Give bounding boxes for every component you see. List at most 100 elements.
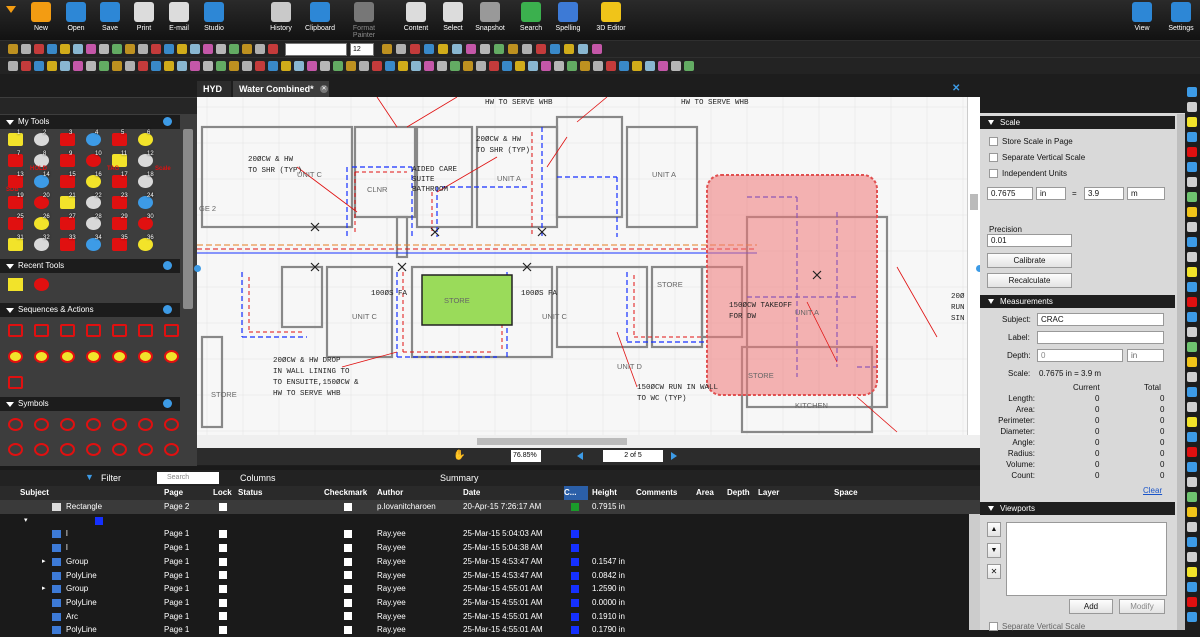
ribbon-settings-button[interactable]: Settings: [1160, 2, 1200, 32]
toolbar-tool-icon[interactable]: [8, 44, 18, 54]
side-tool-icon[interactable]: [1187, 312, 1197, 322]
toolbar-tool-icon[interactable]: [216, 44, 226, 54]
sequence-item[interactable]: [60, 350, 75, 363]
app-menu-icon[interactable]: [6, 6, 16, 13]
recent-tool-cloud[interactable]: [34, 278, 49, 291]
sequence-item[interactable]: [164, 324, 179, 337]
side-tool-icon[interactable]: [1187, 417, 1197, 427]
toolbar-tool-icon[interactable]: [619, 61, 629, 71]
toolbar-tool-icon[interactable]: [99, 44, 109, 54]
toolbar-tool-icon[interactable]: [450, 61, 460, 71]
markup-row[interactable]: PolyLine Page 1 Ray.yee 25-Mar-15 4:55:01 A…: [0, 596, 980, 610]
column-header-date[interactable]: Date: [463, 486, 561, 500]
column-header-area[interactable]: Area: [696, 486, 724, 500]
toolbar-tool-icon[interactable]: [203, 61, 213, 71]
scale-header[interactable]: Scale: [980, 116, 1175, 129]
toolbar-tool-icon[interactable]: [480, 44, 490, 54]
symbol-item[interactable]: [86, 443, 101, 456]
move-up-icon[interactable]: ▲: [987, 522, 1001, 537]
side-tool-icon[interactable]: [1187, 192, 1197, 202]
side-tool-icon[interactable]: [1187, 222, 1197, 232]
tool-item-26[interactable]: 26: [34, 214, 50, 230]
toolbar-tool-icon[interactable]: [476, 61, 486, 71]
toolbar-tool-icon[interactable]: [564, 44, 574, 54]
ribbon-search-button[interactable]: Search: [510, 2, 552, 32]
toolbar-tool-icon[interactable]: [307, 61, 317, 71]
hscroll-thumb[interactable]: [477, 438, 627, 445]
column-header-c[interactable]: C...: [564, 486, 588, 500]
toolbar-tool-icon[interactable]: [21, 44, 31, 54]
checkmark-checkbox[interactable]: [344, 610, 354, 624]
ribbon-format-painter-button[interactable]: Format Painter: [343, 2, 385, 39]
toolbar-tool-icon[interactable]: [164, 61, 174, 71]
tool-item-16[interactable]: 16: [86, 172, 102, 188]
ribbon-3d-editor-button[interactable]: 3D Editor: [590, 2, 632, 32]
filter-label[interactable]: Filter: [101, 473, 121, 483]
ribbon-view-button[interactable]: View: [1121, 2, 1163, 32]
toolbar-tool-icon[interactable]: [255, 61, 265, 71]
side-tool-icon[interactable]: [1187, 492, 1197, 502]
collapse-icon[interactable]: ▾: [24, 514, 28, 528]
tool-item-33[interactable]: 33: [60, 235, 76, 251]
column-header-page[interactable]: Page: [164, 486, 209, 500]
sequence-item[interactable]: [138, 324, 153, 337]
toolbar-tool-icon[interactable]: [411, 61, 421, 71]
tool-item-30[interactable]: 30: [138, 214, 154, 230]
gear-icon[interactable]: [163, 399, 172, 408]
toolbar-tool-icon[interactable]: [494, 44, 504, 54]
lock-checkbox[interactable]: [219, 582, 229, 596]
drawing-canvas[interactable]: HW TO SERVE WHB HW TO SERVE WHB 20ØCW & HW…: [197, 97, 967, 435]
expand-icon[interactable]: ▸: [42, 555, 46, 569]
side-tool-icon[interactable]: [1187, 267, 1197, 277]
panel-scrollbar[interactable]: [1177, 114, 1185, 630]
toolbar-tool-icon[interactable]: [47, 44, 57, 54]
toolbar-tool-icon[interactable]: [151, 61, 161, 71]
gear-icon[interactable]: [163, 117, 172, 126]
lock-checkbox[interactable]: [219, 569, 229, 583]
checkmark-checkbox[interactable]: [344, 623, 354, 637]
side-tool-icon[interactable]: [1187, 237, 1197, 247]
toolbar-tool-icon[interactable]: [73, 61, 83, 71]
tool-item-22[interactable]: 22: [86, 193, 102, 209]
toolbar-tool-icon[interactable]: [592, 44, 602, 54]
side-tool-icon[interactable]: [1187, 372, 1197, 382]
tool-item-19[interactable]: 19: [8, 193, 24, 209]
toolbar-tool-icon[interactable]: [502, 61, 512, 71]
sequence-item[interactable]: [8, 376, 23, 389]
markup-row[interactable]: PolyLine Page 1 Ray.yee 25-Mar-15 4:53:47 A…: [0, 569, 980, 583]
toolbar-tool-icon[interactable]: [684, 61, 694, 71]
column-header-height[interactable]: Height: [592, 486, 634, 500]
toolbar-tool-icon[interactable]: [424, 44, 434, 54]
toolbar-tool-icon[interactable]: [398, 61, 408, 71]
previous-page-icon[interactable]: [577, 452, 583, 460]
tool-item-32[interactable]: 32: [34, 235, 50, 251]
toolbar-tool-icon[interactable]: [47, 61, 57, 71]
tool-item-23[interactable]: 23: [112, 193, 128, 209]
ribbon-studio-button[interactable]: Studio: [193, 2, 235, 32]
symbol-item[interactable]: [112, 418, 127, 431]
clear-link[interactable]: Clear: [1143, 486, 1162, 495]
toolbar-tool-icon[interactable]: [515, 61, 525, 71]
summary-button[interactable]: Summary: [440, 473, 479, 483]
symbol-item[interactable]: [8, 418, 23, 431]
side-tool-icon[interactable]: [1187, 87, 1197, 97]
symbol-item[interactable]: [138, 418, 153, 431]
toolbar-tool-icon[interactable]: [190, 44, 200, 54]
toolbar-tool-icon[interactable]: [164, 44, 174, 54]
tool-item-15[interactable]: 15: [60, 172, 76, 188]
scale-page-unit[interactable]: in: [1036, 187, 1066, 200]
recalculate-button[interactable]: Recalculate: [987, 273, 1072, 288]
toolbar-tool-icon[interactable]: [437, 61, 447, 71]
zoom-field[interactable]: 76.85%: [511, 450, 541, 462]
symbol-item[interactable]: [34, 418, 49, 431]
lock-checkbox[interactable]: [219, 500, 229, 514]
side-tool-icon[interactable]: [1187, 552, 1197, 562]
toolbar-tool-icon[interactable]: [536, 44, 546, 54]
checkmark-checkbox[interactable]: [344, 569, 354, 583]
toolbar-tool-icon[interactable]: [372, 61, 382, 71]
lock-checkbox[interactable]: [219, 623, 229, 637]
symbol-item[interactable]: [164, 418, 179, 431]
tool-item-12[interactable]: 12: [138, 151, 154, 167]
toolbar-tool-icon[interactable]: [528, 61, 538, 71]
separate-scale-checkbox[interactable]: [989, 153, 998, 162]
